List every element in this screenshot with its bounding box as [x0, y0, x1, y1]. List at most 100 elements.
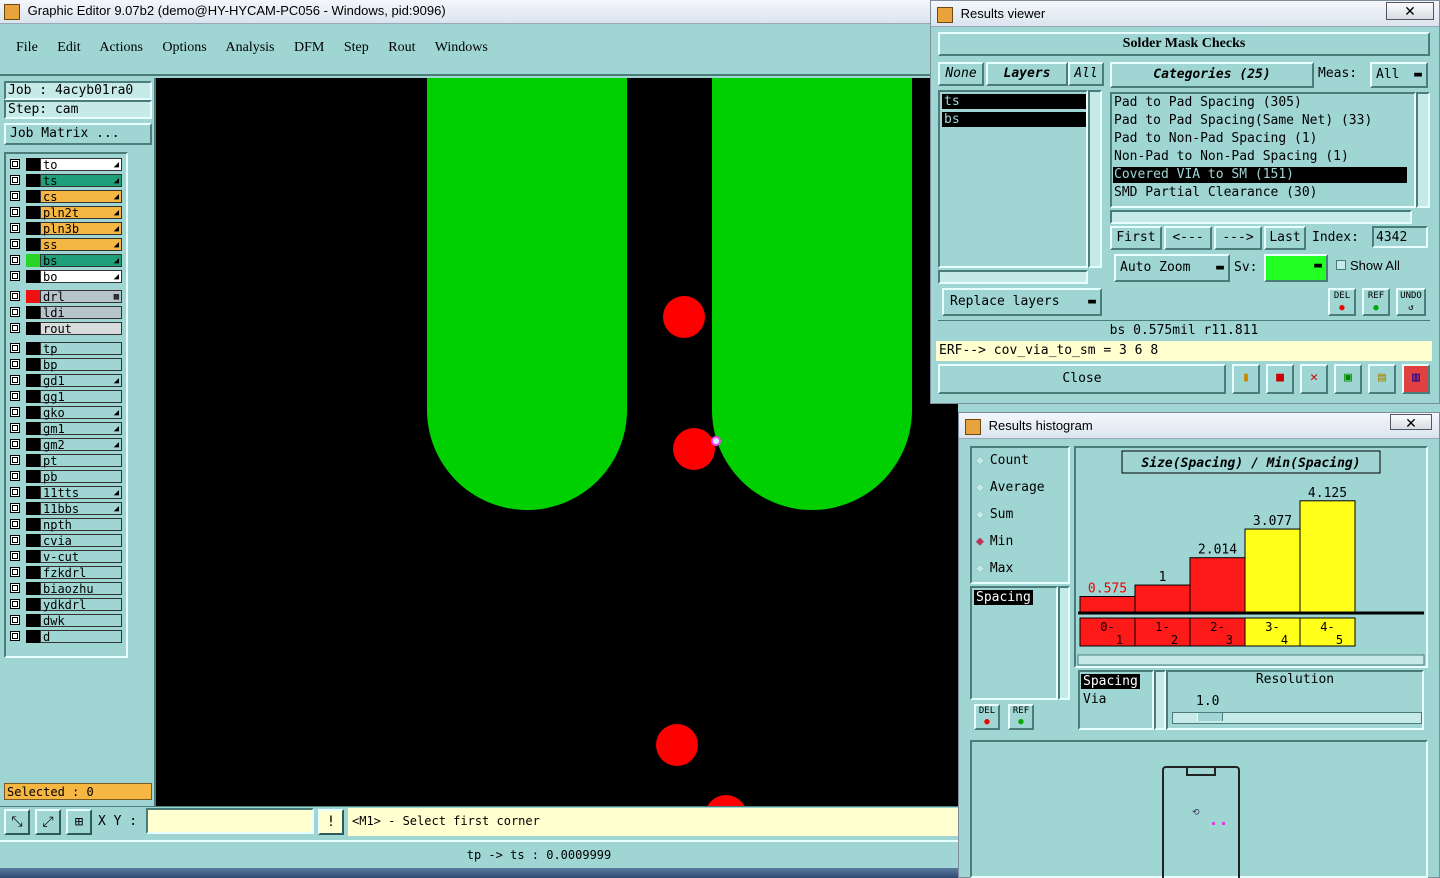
category-item[interactable]: Pad to Pad Spacing(Same Net) (33) [1113, 113, 1407, 129]
meas-select[interactable]: All ▬ [1370, 62, 1428, 88]
layer-color-indicator[interactable] [26, 534, 40, 547]
layer-color-indicator[interactable] [26, 306, 40, 319]
layer-name[interactable]: bo ◢ [40, 270, 122, 284]
layer-row-fzkdrl[interactable]: fzkdrl [10, 566, 122, 580]
layer-checkbox[interactable] [10, 599, 20, 609]
menu-analysis[interactable]: Analysis [226, 40, 275, 55]
layer-row-ss[interactable]: ss ◢ [10, 238, 122, 252]
category-item[interactable]: Pad to Non-Pad Spacing (1) [1113, 131, 1407, 147]
layer-name[interactable]: d [40, 630, 122, 644]
layer-color-indicator[interactable] [26, 566, 40, 579]
layer-name[interactable]: bs ◢ [40, 254, 122, 268]
layer-name[interactable]: npth [40, 518, 122, 532]
layer-color-indicator[interactable] [26, 454, 40, 467]
mode-radio-sum[interactable]: ◆ Sum [976, 506, 1013, 524]
grid-snap-icon[interactable]: ⊞ [66, 809, 92, 835]
layer-row-cs[interactable]: cs ◢ [10, 190, 122, 204]
layer-name[interactable]: fzkdrl [40, 566, 122, 580]
category-item[interactable]: SMD Partial Clearance (30) [1113, 185, 1407, 201]
layer-name[interactable]: gm1 ◢ [40, 422, 122, 436]
results-layer-ts[interactable]: ts [942, 94, 1086, 109]
layer-name[interactable]: gd1 ◢ [40, 374, 122, 388]
layer-name[interactable]: v-cut [40, 550, 122, 564]
results-viewer-close-icon[interactable]: ✕ [1386, 2, 1434, 20]
layer-color-indicator[interactable] [26, 550, 40, 563]
layer-name[interactable]: dwk [40, 614, 122, 628]
layer-checkbox[interactable] [10, 207, 20, 217]
layer-checkbox[interactable] [10, 439, 20, 449]
layer-row-npth[interactable]: npth [10, 518, 122, 532]
last-button[interactable]: Last [1264, 226, 1306, 250]
layer-row-11bbs[interactable]: 11bbs ◢ [10, 502, 122, 516]
next-button[interactable]: ---> [1214, 226, 1262, 250]
attr-scrollbar[interactable] [1154, 670, 1166, 730]
hist-del-button[interactable]: DEL ● [974, 704, 1000, 730]
layer-row-pln2t[interactable]: pln2t ◢ [10, 206, 122, 220]
mode-radio-max[interactable]: ◆ Max [976, 560, 1013, 578]
layer-checkbox[interactable] [10, 535, 20, 545]
menu-rout[interactable]: Rout [388, 40, 415, 55]
radio-diamond-icon[interactable]: ◆ [976, 561, 984, 576]
layer-name[interactable]: drl ▦ [40, 290, 122, 304]
layer-row-pt[interactable]: pt [10, 454, 122, 468]
layer-name[interactable]: to ◢ [40, 158, 122, 172]
layer-row-rout[interactable]: rout [10, 322, 122, 336]
layer-row-biaozhu[interactable]: biaozhu [10, 582, 122, 596]
menu-options[interactable]: Options [162, 40, 206, 55]
layer-name[interactable]: rout [40, 322, 122, 336]
layer-color-indicator[interactable] [26, 422, 40, 435]
layer-checkbox[interactable] [10, 615, 20, 625]
layer-color-indicator[interactable] [26, 322, 40, 335]
layer-color-indicator[interactable] [26, 502, 40, 515]
ref-button[interactable]: REF ● [1362, 288, 1390, 316]
alert-icon[interactable]: ! [318, 809, 344, 835]
radio-diamond-icon[interactable]: ◆ [976, 507, 984, 522]
layer-color-indicator[interactable] [26, 174, 40, 187]
layer-color-indicator[interactable] [26, 254, 40, 267]
layer-checkbox[interactable] [10, 375, 20, 385]
first-button[interactable]: First [1110, 226, 1162, 250]
show-all-checkbox[interactable] [1336, 260, 1346, 270]
layer-checkbox[interactable] [10, 487, 20, 497]
layer-checkbox[interactable] [10, 471, 20, 481]
layer-checkbox[interactable] [10, 159, 20, 169]
layer-row-bp[interactable]: bp [10, 358, 122, 372]
category-item[interactable]: Non-Pad to Non-Pad Spacing (1) [1113, 149, 1407, 165]
spacing-list-item[interactable]: Spacing [974, 590, 1033, 605]
layer-checkbox[interactable] [10, 291, 20, 301]
layer-row-bs[interactable]: bs ◢ [10, 254, 122, 268]
undo-button[interactable]: UNDO ↺ [1396, 288, 1426, 316]
layer-checkbox[interactable] [10, 343, 20, 353]
layer-name[interactable]: cs ◢ [40, 190, 122, 204]
del-button[interactable]: DEL ● [1328, 288, 1356, 316]
layers-toggle-button[interactable]: Layers [986, 62, 1068, 86]
layer-row-pln3b[interactable]: pln3b ◢ [10, 222, 122, 236]
layer-name[interactable]: pln2t ◢ [40, 206, 122, 220]
layer-color-indicator[interactable] [26, 486, 40, 499]
layer-name[interactable]: pt [40, 454, 122, 468]
layer-color-indicator[interactable] [26, 390, 40, 403]
auto-zoom-select[interactable]: Auto Zoom ▬ [1114, 254, 1230, 282]
histogram-close-icon[interactable]: ✕ [1390, 414, 1432, 431]
layer-name[interactable]: ts ◢ [40, 174, 122, 188]
layer-row-gm2[interactable]: gm2 ◢ [10, 438, 122, 452]
layer-row-gd1[interactable]: gd1 ◢ [10, 374, 122, 388]
close-button[interactable]: Close [938, 364, 1226, 394]
layer-row-ydkdrl[interactable]: ydkdrl [10, 598, 122, 612]
hist-ref-button[interactable]: REF ● [1008, 704, 1034, 730]
menu-step[interactable]: Step [344, 40, 369, 55]
layer-name[interactable]: 11tts ◢ [40, 486, 122, 500]
layer-name[interactable]: gg1 [40, 390, 122, 404]
layer-name[interactable]: ldi [40, 306, 122, 320]
layer-row-dwk[interactable]: dwk [10, 614, 122, 628]
layer-name[interactable]: ydkdrl [40, 598, 122, 612]
layer-row-tp[interactable]: tp [10, 342, 122, 356]
resolution-slider-handle[interactable] [1197, 713, 1223, 721]
prev-button[interactable]: <--- [1164, 226, 1212, 250]
layer-name[interactable]: tp [40, 342, 122, 356]
layer-color-indicator[interactable] [26, 406, 40, 419]
select-tool-icon[interactable]: ▣ [1334, 364, 1362, 394]
spacing-list-scrollbar[interactable] [1058, 586, 1070, 700]
resolution-slider[interactable] [1172, 712, 1422, 724]
layer-row-11tts[interactable]: 11tts ◢ [10, 486, 122, 500]
